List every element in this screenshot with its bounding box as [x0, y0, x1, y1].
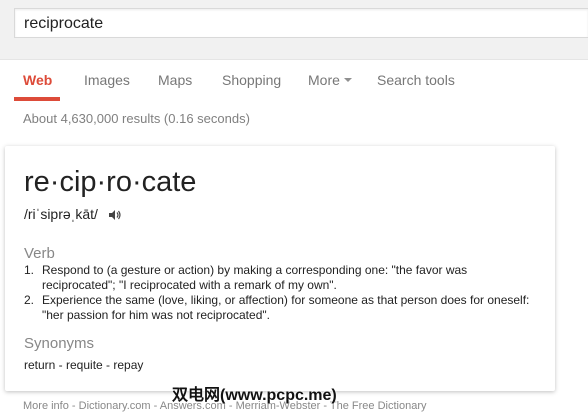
tab-more-label: More [308, 72, 340, 88]
source-link-dictionary[interactable]: Dictionary.com [79, 400, 151, 412]
search-box[interactable] [14, 8, 588, 38]
definition-card: re·cip·ro·cate /riˈsiprəˌkāt/ Verb 1. Re… [5, 146, 555, 391]
tab-images[interactable]: Images [84, 60, 130, 101]
chevron-down-icon [343, 78, 352, 83]
sense-text: Respond to (a gesture or action) by maki… [42, 263, 468, 292]
sense-text: Experience the same (love, liking, or af… [42, 293, 530, 322]
search-tabs: Web Images Maps Shopping More Search too… [0, 60, 588, 103]
definition-word: re·cip·ro·cate [24, 166, 197, 198]
definition-sense: 1. Respond to (a gesture or action) by m… [24, 263, 534, 293]
source-link-free-dictionary[interactable]: The Free Dictionary [330, 400, 427, 412]
speaker-icon[interactable] [108, 208, 122, 224]
tab-more[interactable]: More [308, 60, 352, 101]
pronunciation-text: /riˈsiprəˌkāt/ [24, 206, 98, 222]
tab-maps[interactable]: Maps [158, 60, 192, 101]
search-header [0, 0, 588, 60]
tab-shopping[interactable]: Shopping [222, 60, 281, 101]
tab-web[interactable]: Web [23, 60, 52, 101]
result-stats: About 4,630,000 results (0.16 seconds) [23, 111, 250, 126]
part-of-speech-verb: Verb [24, 245, 55, 262]
separator: - [150, 400, 160, 412]
definition-sense: 2. Experience the same (love, liking, or… [24, 293, 534, 323]
synonyms-heading: Synonyms [24, 335, 95, 352]
tab-search-tools[interactable]: Search tools [377, 60, 455, 101]
sense-number: 1. [24, 263, 35, 277]
more-info-label: More info - [23, 400, 79, 412]
pronunciation: /riˈsiprəˌkāt/ [24, 206, 122, 224]
active-tab-indicator [14, 97, 60, 101]
watermark: 双电网(www.pcpc.me) [172, 387, 337, 404]
definition-list: 1. Respond to (a gesture or action) by m… [24, 263, 534, 323]
sense-number: 2. [24, 293, 35, 307]
synonyms-list: return - requite - repay [24, 358, 144, 372]
search-input[interactable] [24, 13, 564, 35]
